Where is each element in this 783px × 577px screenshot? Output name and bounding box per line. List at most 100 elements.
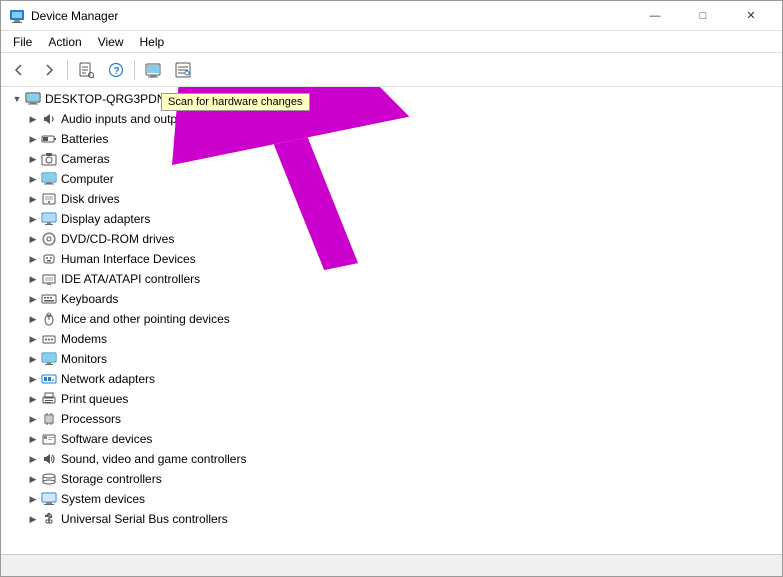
expand-arrow[interactable]: ▶	[25, 191, 41, 207]
title-bar-left: Device Manager	[9, 8, 118, 24]
svg-text:?: ?	[114, 66, 120, 77]
item-label: Human Interface Devices	[61, 252, 196, 266]
icon-audio	[41, 111, 57, 127]
menu-view[interactable]: View	[90, 33, 132, 51]
tree-item[interactable]: ▶ Universal Serial Bus controllers	[1, 509, 782, 529]
tree-item[interactable]: ▶Monitors	[1, 349, 782, 369]
expand-arrow[interactable]: ▶	[25, 131, 41, 147]
item-label: Display adapters	[61, 212, 150, 226]
icon-dvd	[41, 231, 57, 247]
tree-item[interactable]: ▶ System devices	[1, 489, 782, 509]
item-label: Disk drives	[61, 192, 120, 206]
title-bar-controls: — □ ✕	[632, 1, 774, 31]
item-label: Mice and other pointing devices	[61, 312, 230, 326]
item-label: Keyboards	[61, 292, 118, 306]
item-label: Modems	[61, 332, 107, 346]
expand-arrow[interactable]: ▶	[25, 471, 41, 487]
root-expand-arrow[interactable]: ▼	[9, 91, 25, 107]
menu-help[interactable]: Help	[132, 33, 173, 51]
toolbar: ?	[1, 53, 782, 87]
tree-item[interactable]: ▶ Mice and other pointing devices	[1, 309, 782, 329]
tree-item[interactable]: ▶Software devices	[1, 429, 782, 449]
view-device-button[interactable]	[139, 57, 167, 83]
app-icon	[9, 8, 25, 24]
item-label: Cameras	[61, 152, 110, 166]
expand-arrow[interactable]: ▶	[25, 451, 41, 467]
icon-print	[41, 391, 57, 407]
tree-item[interactable]: ▶ Cameras	[1, 149, 782, 169]
tree-item[interactable]: ▶ Human Interface Devices	[1, 249, 782, 269]
tree-item[interactable]: ▶ Network adapters	[1, 369, 782, 389]
tree-item[interactable]: ▶ Batteries	[1, 129, 782, 149]
close-button[interactable]: ✕	[728, 1, 774, 31]
expand-arrow[interactable]: ▶	[25, 251, 41, 267]
forward-button[interactable]	[35, 57, 63, 83]
help-icon: ?	[108, 62, 124, 78]
item-label: DVD/CD-ROM drives	[61, 232, 174, 246]
expand-arrow[interactable]: ▶	[25, 351, 41, 367]
expand-arrow[interactable]: ▶	[25, 331, 41, 347]
expand-arrow[interactable]: ▶	[25, 271, 41, 287]
window-title: Device Manager	[31, 9, 118, 23]
icon-network	[41, 371, 57, 387]
icon-usb	[41, 511, 57, 527]
tree-item[interactable]: ▶IDE ATA/ATAPI controllers	[1, 269, 782, 289]
icon-storage	[41, 471, 57, 487]
toolbar-separator-1	[67, 60, 68, 80]
help-button[interactable]: ?	[102, 57, 130, 83]
item-label: Batteries	[61, 132, 108, 146]
item-label: Network adapters	[61, 372, 155, 386]
properties-button[interactable]	[72, 57, 100, 83]
forward-icon	[41, 62, 57, 78]
expand-arrow[interactable]: ▶	[25, 511, 41, 527]
tree-item[interactable]: ▶ Modems	[1, 329, 782, 349]
tree-item[interactable]: ▶Print queues	[1, 389, 782, 409]
item-label: Universal Serial Bus controllers	[61, 512, 228, 526]
tree-item[interactable]: ▶ Storage controllers	[1, 469, 782, 489]
menu-bar: File Action View Help	[1, 31, 782, 53]
root-label: DESKTOP-QRG3PDN	[45, 92, 165, 106]
tree-item[interactable]: ▶ Sound, video and game controllers	[1, 449, 782, 469]
icon-computer	[41, 171, 57, 187]
expand-arrow[interactable]: ▶	[25, 111, 41, 127]
tree-item[interactable]: ▶Audio inputs and outputs	[1, 109, 782, 129]
expand-arrow[interactable]: ▶	[25, 151, 41, 167]
item-label: System devices	[61, 492, 145, 506]
tree-item[interactable]: ▶ Disk drives	[1, 189, 782, 209]
maximize-button[interactable]: □	[680, 1, 726, 31]
expand-arrow[interactable]: ▶	[25, 311, 41, 327]
item-label: Sound, video and game controllers	[61, 452, 246, 466]
scan-hardware-button[interactable]	[169, 57, 197, 83]
back-button[interactable]	[5, 57, 33, 83]
main-content: Scan for hardware changes ▼	[1, 87, 782, 554]
scan-icon	[175, 62, 191, 78]
tree-root-item[interactable]: ▼ DESKTOP-QRG3PDN	[1, 89, 782, 109]
item-label: Processors	[61, 412, 121, 426]
expand-arrow[interactable]: ▶	[25, 391, 41, 407]
icon-software	[41, 431, 57, 447]
menu-action[interactable]: Action	[40, 33, 89, 51]
expand-arrow[interactable]: ▶	[25, 231, 41, 247]
tree-item[interactable]: ▶ Keyboards	[1, 289, 782, 309]
minimize-button[interactable]: —	[632, 1, 678, 31]
expand-arrow[interactable]: ▶	[25, 291, 41, 307]
title-bar: Device Manager — □ ✕	[1, 1, 782, 31]
device-list-icon	[145, 62, 161, 78]
tree-item[interactable]: ▶ DVD/CD-ROM drives	[1, 229, 782, 249]
expand-arrow[interactable]: ▶	[25, 411, 41, 427]
expand-arrow[interactable]: ▶	[25, 211, 41, 227]
properties-icon	[78, 62, 94, 78]
item-label: Storage controllers	[61, 472, 162, 486]
expand-arrow[interactable]: ▶	[25, 171, 41, 187]
icon-battery	[41, 131, 57, 147]
tree-item[interactable]: ▶ Display adapters	[1, 209, 782, 229]
expand-arrow[interactable]: ▶	[25, 491, 41, 507]
tree-item[interactable]: ▶ Processors	[1, 409, 782, 429]
expand-arrow[interactable]: ▶	[25, 431, 41, 447]
tree-item[interactable]: ▶Computer	[1, 169, 782, 189]
icon-camera	[41, 151, 57, 167]
menu-file[interactable]: File	[5, 33, 40, 51]
tree-view[interactable]: Scan for hardware changes ▼	[1, 87, 782, 554]
expand-arrow[interactable]: ▶	[25, 371, 41, 387]
status-bar	[1, 554, 782, 576]
